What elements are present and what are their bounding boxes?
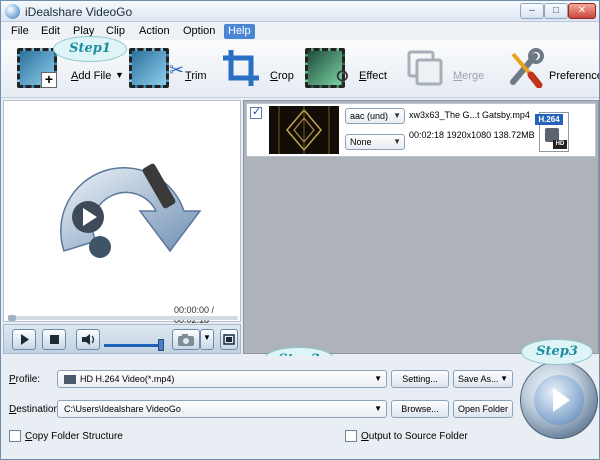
audio-track-select[interactable]: aac (und) ▼ <box>345 108 405 124</box>
title-bar: iDealshare VideoGo – □ ✕ <box>1 1 599 22</box>
plus-icon: + <box>41 72 57 88</box>
menu-action[interactable]: Action <box>135 24 174 39</box>
video-format-icon <box>64 375 76 385</box>
add-file-dropdown-icon[interactable]: ▼ <box>115 70 124 80</box>
menu-file[interactable]: File <box>7 24 33 39</box>
speaker-icon <box>82 334 95 345</box>
fullscreen-icon <box>223 334 235 345</box>
chevron-down-icon: ▼ <box>374 374 382 383</box>
convert-button-face <box>534 375 584 425</box>
crop-icon <box>223 50 259 86</box>
crop-button[interactable]: Crop <box>221 44 294 94</box>
copy-folder-structure-label: Copy Folder Structure <box>25 431 123 442</box>
output-settings-panel: Profile: HD H.264 Video(*.mp4) ▼ Setting.… <box>1 356 599 459</box>
convert-button[interactable] <box>520 361 598 439</box>
destination-label: Destination: <box>9 404 62 415</box>
seek-bar[interactable] <box>8 315 238 321</box>
volume-slider[interactable] <box>104 344 160 347</box>
effect-button[interactable]: ⚲ Effect <box>305 44 391 94</box>
effect-label: Effect <box>359 70 387 82</box>
close-button[interactable]: ✕ <box>568 3 596 19</box>
trim-label: Trim <box>185 70 207 82</box>
maximize-button[interactable]: □ <box>544 3 568 19</box>
app-logo-graphic <box>60 163 202 258</box>
app-window: iDealshare VideoGo – □ ✕ File Edit Play … <box>0 0 600 460</box>
file-meta: 00:02:18 1920x1080 138.72MB <box>409 130 535 140</box>
video-thumbnail <box>269 106 339 154</box>
stop-icon <box>50 335 59 344</box>
trim-icon <box>129 48 169 88</box>
seek-handle[interactable] <box>8 315 16 321</box>
app-logo-icon <box>5 4 20 19</box>
menu-edit[interactable]: Edit <box>37 24 64 39</box>
wrench-screwdriver-icon <box>510 48 544 88</box>
snapshot-dropdown-button[interactable]: ▼ <box>200 329 214 350</box>
preview-panel: 00:00:00 / 00:02:18 <box>3 100 241 325</box>
output-to-source-folder-checkbox[interactable] <box>345 430 357 442</box>
file-row[interactable]: aac (und)▼ None▼ xw3x63_The G...t Gatsby… <box>246 103 596 157</box>
profile-label: Profile: <box>9 374 41 385</box>
snapshot-button[interactable] <box>172 329 200 350</box>
hd-badge: HD <box>553 140 567 149</box>
chevron-down-icon: ▼ <box>374 404 382 413</box>
add-file-label: Add File <box>71 70 112 82</box>
output-to-source-folder-label: Output to Source Folder <box>361 431 468 442</box>
menu-option[interactable]: Option <box>179 24 219 39</box>
file-checkbox[interactable] <box>250 105 262 119</box>
chevron-down-icon: ▼ <box>500 374 508 383</box>
chevron-down-icon: ▼ <box>393 111 401 120</box>
merge-icon <box>407 50 443 86</box>
play-icon <box>553 388 570 412</box>
mute-button[interactable] <box>76 329 100 350</box>
step3-callout: Step3 <box>521 339 593 365</box>
output-format-icon: H.264 HD <box>535 112 569 152</box>
file-name: xw3x63_The G...t Gatsby.mp4 <box>409 110 530 120</box>
gatsby-thumbnail-image <box>269 106 339 154</box>
subtitle-select[interactable]: None ▼ <box>345 134 405 150</box>
magic-wand-icon: ⚲ <box>335 68 350 90</box>
merge-button[interactable]: Merge <box>405 44 489 94</box>
step1-callout: Step1 <box>53 36 127 62</box>
chevron-down-icon: ▼ <box>393 137 401 146</box>
merge-label: Merge <box>453 70 485 82</box>
play-button[interactable] <box>12 329 36 350</box>
minimize-button[interactable]: – <box>520 3 544 19</box>
preference-button[interactable]: Preference <box>505 44 600 94</box>
chevron-down-icon: ▼ <box>203 333 211 342</box>
volume-handle[interactable] <box>158 339 164 351</box>
window-title: iDealshare VideoGo <box>25 5 133 19</box>
camera-icon <box>178 334 194 346</box>
time-display: 00:00:00 / 00:02:18 <box>174 305 215 325</box>
destination-input[interactable]: C:\Users\Idealshare VideoGo ▼ <box>57 400 387 418</box>
copy-folder-structure-checkbox[interactable] <box>9 430 21 442</box>
menu-help[interactable]: Help <box>224 24 255 39</box>
crop-label: Crop <box>270 70 294 82</box>
preference-label: Preference <box>549 70 600 82</box>
fullscreen-button[interactable] <box>220 329 238 350</box>
stop-button[interactable] <box>42 329 66 350</box>
scissors-icon: ✂ <box>169 60 185 80</box>
file-list: aac (und)▼ None▼ xw3x63_The G...t Gatsby… <box>243 100 599 354</box>
profile-select[interactable]: HD H.264 Video(*.mp4) ▼ <box>57 370 387 388</box>
play-icon <box>21 334 29 345</box>
trim-button[interactable]: ✂ Trim <box>129 44 207 94</box>
browse-button[interactable]: Browse... <box>391 400 449 418</box>
settings-button[interactable]: Setting... <box>391 370 449 388</box>
playback-controls: ▼ <box>3 324 241 354</box>
save-as-button[interactable]: Save As... ▼ <box>453 370 513 388</box>
open-folder-button[interactable]: Open Folder <box>453 400 513 418</box>
h264-badge: H.264 <box>535 114 563 125</box>
toolbar: + Add File ▼ ✂ Trim Crop ⚲ Effect Merge … <box>1 36 600 98</box>
